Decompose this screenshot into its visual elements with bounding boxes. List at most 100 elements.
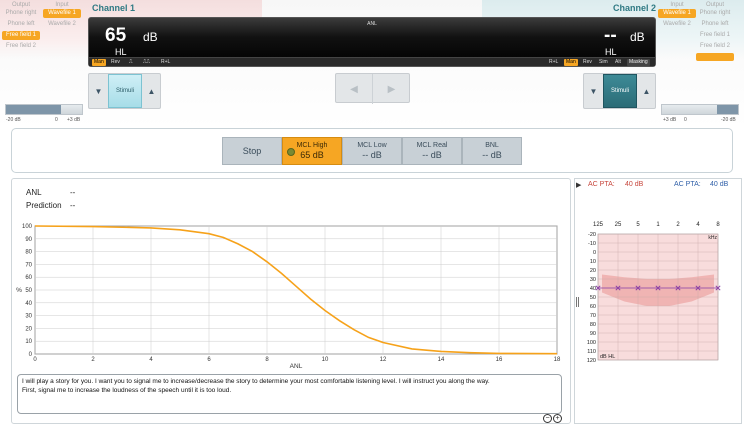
mcl-real-value: -- dB xyxy=(422,150,442,160)
output-option[interactable]: Phone right xyxy=(2,9,40,18)
freq-label: 8 xyxy=(716,222,720,228)
db-unit: dB HL xyxy=(600,354,615,360)
instructions-text: I will play a story for you. I want you … xyxy=(22,378,490,394)
x-tick-label: 16 xyxy=(496,357,503,363)
channel1-level-fill xyxy=(6,105,61,114)
y-tick-label: 70 xyxy=(25,262,32,268)
output-option[interactable]: Free field 1 xyxy=(696,31,734,40)
masking-button[interactable]: Masking xyxy=(627,59,650,66)
db-tick-label: 60 xyxy=(590,304,596,310)
x-tick-label: 14 xyxy=(438,357,445,363)
anl-prediction-chart: 0 10 20 30 40 50 60 70 80 90 100 0 2 4 6 8 10 12 14 16 18 ANL… xyxy=(16,224,561,370)
channel2-down-button[interactable]: ▼ xyxy=(584,74,603,108)
output-option-selected[interactable]: Free field 1 xyxy=(2,31,40,40)
previous-button[interactable]: ◀ xyxy=(336,74,373,104)
channel1-level-slider[interactable] xyxy=(5,104,83,115)
arrow-down-icon: ▼ xyxy=(94,86,103,96)
output-option[interactable]: Free field 2 xyxy=(696,42,734,51)
zoom-out-button[interactable]: − xyxy=(543,414,552,423)
db-tick-label: 90 xyxy=(590,331,596,337)
channel2-stimuli-button[interactable]: Stimuli xyxy=(603,74,637,108)
channel2-stimuli-control: ▼ Stimuli ▲ xyxy=(583,73,656,109)
output-option-selected[interactable] xyxy=(696,53,734,61)
channel2-up-button[interactable]: ▲ xyxy=(637,74,656,108)
input-option-selected[interactable]: Wavefile 1 xyxy=(658,9,696,18)
channel1-stimuli-button[interactable]: Stimuli xyxy=(108,74,142,108)
x-tick-label: 2 xyxy=(91,357,95,363)
channel1-down-button[interactable]: ▼ xyxy=(89,74,108,108)
channel1-mode-rl[interactable]: R+L xyxy=(159,59,172,66)
prediction-label: Prediction xyxy=(26,201,62,210)
mcl-low-label: MCL Low xyxy=(357,142,387,149)
input-option[interactable]: Wavefile 2 xyxy=(658,20,696,29)
level-tick: +3 dB xyxy=(663,117,677,123)
input-option-selected[interactable]: Wavefile 1 xyxy=(43,9,81,18)
level-tick: 0 xyxy=(55,117,58,123)
bnl-label: BNL xyxy=(485,142,499,149)
ac-pta-right-label: AC PTA: xyxy=(674,181,701,188)
anl-value: -- xyxy=(70,188,76,197)
prediction-value: -- xyxy=(70,201,76,210)
level-tick: -20 dB xyxy=(721,117,736,123)
db-tick-label: 40 xyxy=(590,286,596,292)
channel2-mode-rev[interactable]: Rev xyxy=(581,59,594,66)
channel2-transducer: HL xyxy=(605,47,617,57)
y-tick-label: 30 xyxy=(25,314,32,320)
output-option[interactable]: Phone right xyxy=(696,9,734,18)
input-header: Input xyxy=(670,2,684,8)
db-tick-label: 100 xyxy=(587,340,596,346)
output-option[interactable]: Phone left xyxy=(2,20,40,29)
y-tick-label: 10 xyxy=(25,339,32,345)
db-tick-label: 120 xyxy=(587,358,596,364)
ac-pta-right-value: 40 dB xyxy=(710,181,729,188)
channel2-level-slider[interactable] xyxy=(661,104,739,115)
x-tick-label: 8 xyxy=(265,357,269,363)
channel1-mode-multi-pulse[interactable]: ⎍⎍ xyxy=(141,59,152,66)
channel1-input-list: Input Wavefile 1 Wavefile 2 xyxy=(43,1,81,31)
channel1-mode-rev[interactable]: Rev xyxy=(109,59,122,66)
x-tick-label: 12 xyxy=(380,357,387,363)
channel2-mode-alt[interactable]: Alt xyxy=(613,59,623,66)
x-tick-label: 18 xyxy=(554,357,561,363)
channel2-mode-sim[interactable]: Sim xyxy=(597,59,610,66)
y-tick-label: 20 xyxy=(25,326,32,332)
channel2-mode-rl[interactable]: R+L xyxy=(547,59,560,66)
channel1-mode-single-pulse[interactable]: ⎍ xyxy=(127,59,135,66)
arrow-up-icon: ▲ xyxy=(642,86,651,96)
mcl-low-button[interactable]: MCL Low -- dB xyxy=(342,137,402,165)
input-option[interactable]: Wavefile 2 xyxy=(43,20,81,29)
db-tick-label: -10 xyxy=(588,241,596,247)
x-tick-label: 0 xyxy=(33,357,37,363)
channel2-unit: dB xyxy=(630,30,645,44)
mcl-high-button[interactable]: MCL High 65 dB xyxy=(282,137,342,165)
zoom-in-button[interactable]: + xyxy=(553,414,562,423)
level-tick: +3 dB xyxy=(67,117,81,123)
expand-icon[interactable]: ▶ xyxy=(576,181,581,189)
channel1-title: Channel 1 xyxy=(92,3,136,13)
arrow-right-icon: ▶ xyxy=(387,83,396,95)
output-header: Output xyxy=(705,2,724,8)
mcl-high-value: 65 dB xyxy=(300,150,324,160)
bnl-button[interactable]: BNL -- dB xyxy=(462,137,522,165)
freq-unit: kHz xyxy=(708,235,717,241)
channel1-output-list: Output Phone right Phone left Free field… xyxy=(2,1,40,53)
instructions-box[interactable]: I will play a story for you. I want you … xyxy=(17,374,562,414)
y-tick-label: 80 xyxy=(25,250,32,256)
mcl-real-label: MCL Real xyxy=(416,142,448,149)
test-nav-control: ◀ ▶ xyxy=(335,73,410,104)
channel1-mode-man[interactable]: Man xyxy=(92,59,106,66)
input-header: Input xyxy=(55,2,69,8)
output-option[interactable]: Phone left xyxy=(696,20,734,29)
bnl-value: -- dB xyxy=(482,150,502,160)
channel2-mode-man[interactable]: Man xyxy=(564,59,578,66)
arrow-up-icon: ▲ xyxy=(147,86,156,96)
stop-button[interactable]: Stop xyxy=(222,137,282,165)
channel1-up-button[interactable]: ▲ xyxy=(142,74,161,108)
y-tick-label: 60 xyxy=(25,275,32,281)
output-option[interactable]: Free field 2 xyxy=(2,42,40,51)
x-axis-label: ANL xyxy=(290,363,303,370)
mcl-high-label: MCL High xyxy=(296,142,328,149)
channel2-input-list: Input Wavefile 1 Wavefile 2 xyxy=(658,1,696,31)
mcl-real-button[interactable]: MCL Real -- dB xyxy=(402,137,462,165)
next-button[interactable]: ▶ xyxy=(373,74,410,104)
